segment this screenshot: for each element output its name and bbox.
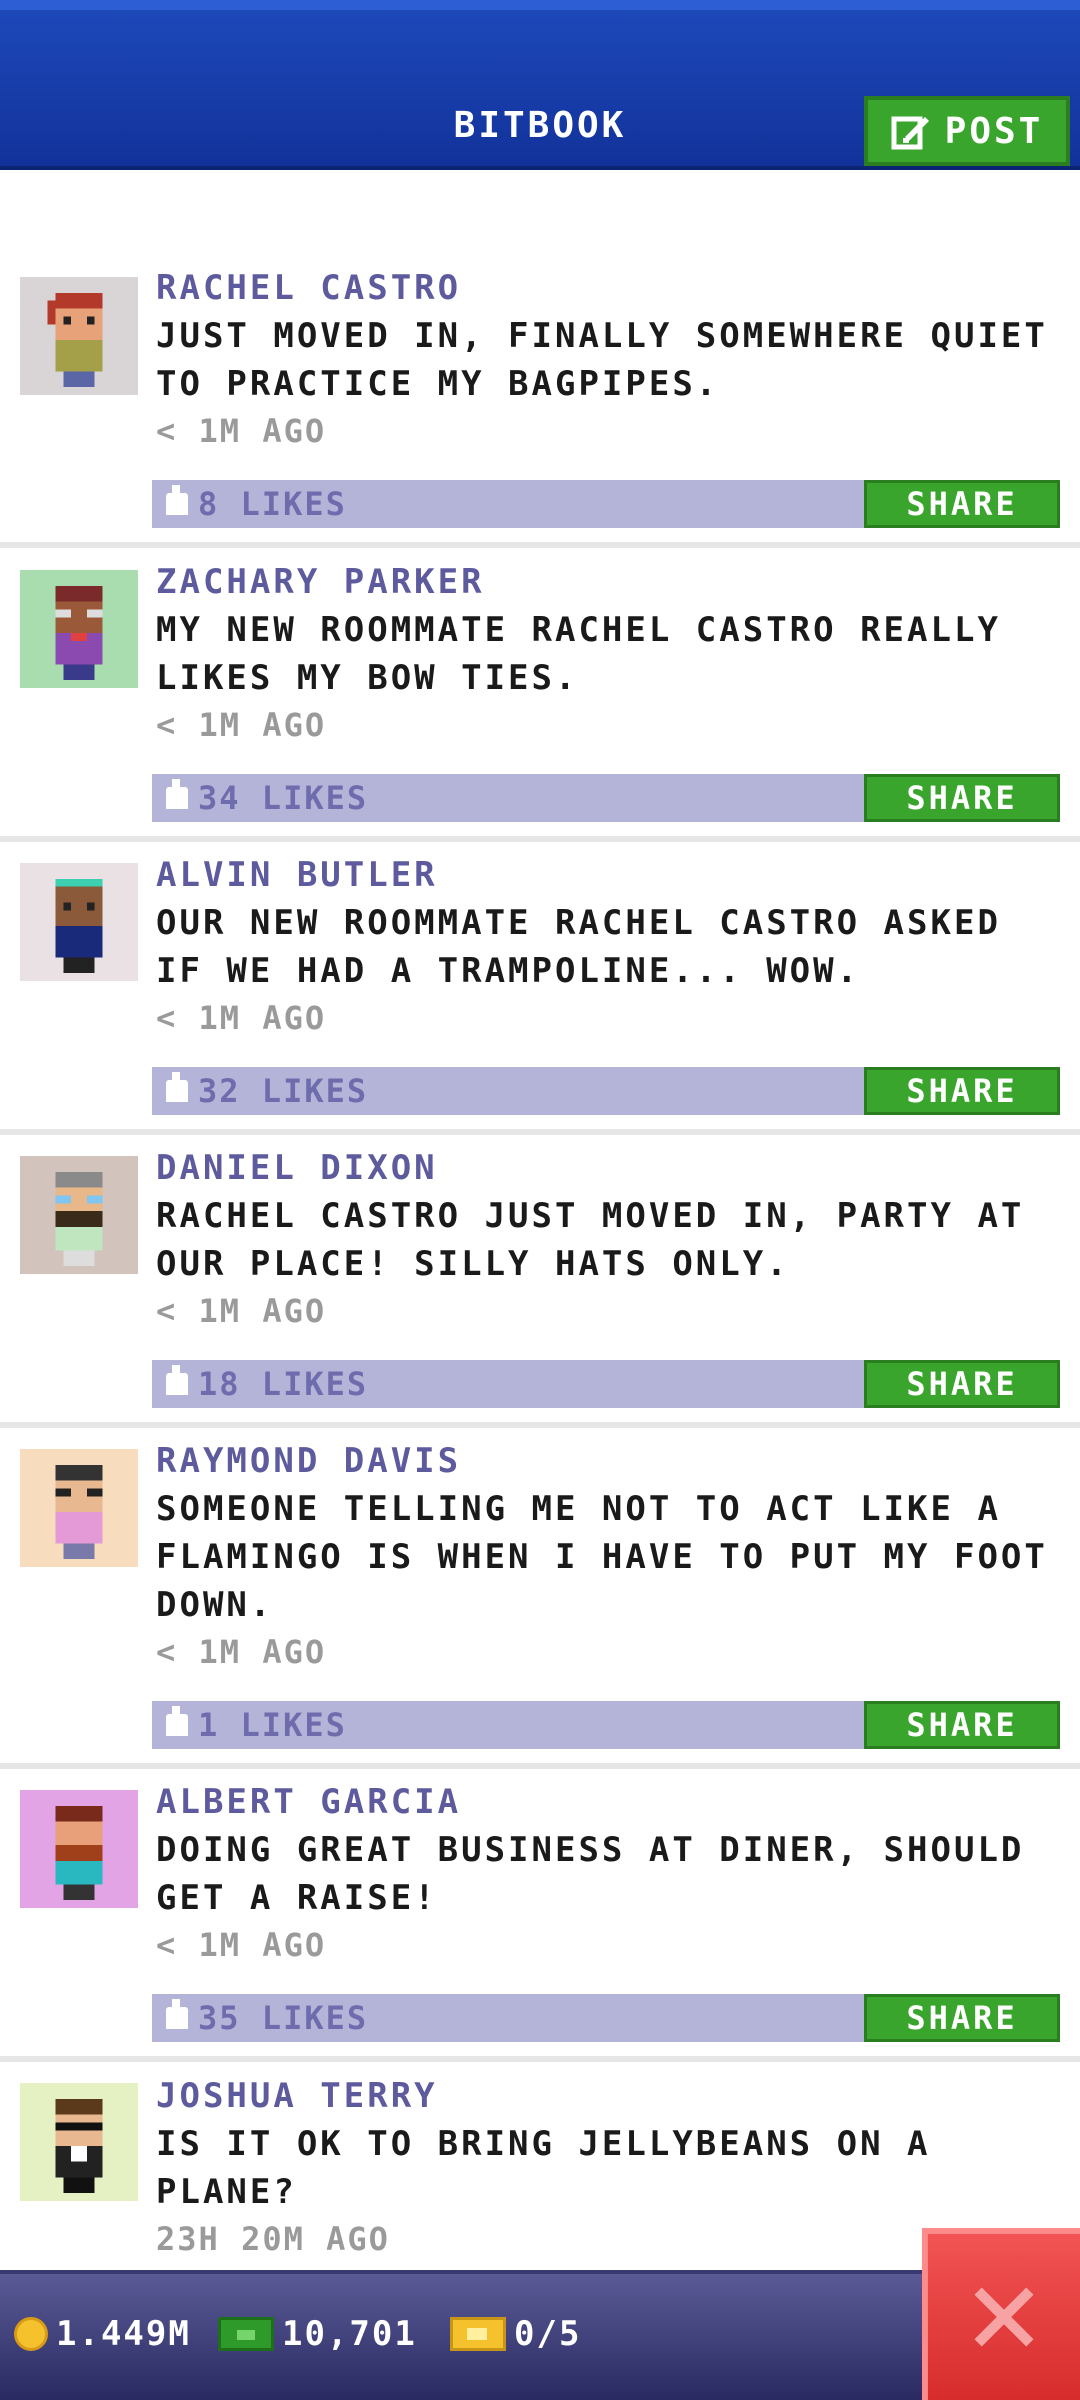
avatar[interactable] xyxy=(20,277,138,395)
likes-count: 32 LIKES xyxy=(198,1072,369,1110)
post-divider xyxy=(0,2056,1080,2062)
thumbs-up-icon xyxy=(166,485,188,515)
close-button[interactable] xyxy=(922,2228,1080,2400)
post-author[interactable]: RACHEL CASTRO xyxy=(156,268,461,308)
likes-count: 1 LIKES xyxy=(198,1706,347,1744)
ticket-icon xyxy=(450,2317,506,2351)
tickets-display[interactable]: 0/5 xyxy=(450,2314,581,2354)
post-time: < 1M AGO xyxy=(156,706,327,744)
edit-icon xyxy=(891,111,931,151)
post-time: < 1M AGO xyxy=(156,1633,327,1671)
thumbs-up-icon xyxy=(166,1365,188,1395)
post-divider xyxy=(0,836,1080,842)
share-button[interactable]: SHARE xyxy=(864,1994,1060,2042)
likes-count: 34 LIKES xyxy=(198,779,369,817)
share-button[interactable]: SHARE xyxy=(864,774,1060,822)
post-message: SOMEONE TELLING ME NOT TO ACT LIKE A FLA… xyxy=(156,1489,1048,1625)
post-message: JUST MOVED IN, FINALLY SOMEWHERE QUIET T… xyxy=(156,316,1048,404)
avatar[interactable] xyxy=(20,1790,138,1908)
post-time: < 1M AGO xyxy=(156,412,327,450)
tickets-value: 0/5 xyxy=(514,2314,582,2354)
post-message: OUR NEW ROOMMATE RACHEL CASTRO ASKED IF … xyxy=(156,903,1001,991)
bottom-status-bar: 1.449M 10,701 0/5 xyxy=(0,2270,1080,2400)
cash-icon xyxy=(218,2317,274,2351)
likes-bar[interactable]: 18 LIKES xyxy=(152,1360,864,1408)
app-header: BITBOOK POST xyxy=(0,0,1080,170)
coin-icon xyxy=(14,2317,48,2351)
post-time: < 1M AGO xyxy=(156,1926,327,1964)
avatar[interactable] xyxy=(20,863,138,981)
coins-value: 1.449M xyxy=(56,2314,191,2354)
avatar[interactable] xyxy=(20,1449,138,1567)
post-message: RACHEL CASTRO JUST MOVED IN, PARTY AT OU… xyxy=(156,1196,1025,1284)
post-divider xyxy=(0,542,1080,548)
avatar[interactable] xyxy=(20,1156,138,1274)
post-button-label: POST xyxy=(944,110,1044,152)
cash-value: 10,701 xyxy=(282,2314,417,2354)
likes-bar[interactable]: 32 LIKES xyxy=(152,1067,864,1115)
likes-bar[interactable]: 1 LIKES xyxy=(152,1701,864,1749)
post-time: < 1M AGO xyxy=(156,1292,327,1330)
post-author[interactable]: RAYMOND DAVIS xyxy=(156,1441,461,1481)
cash-display[interactable]: 10,701 xyxy=(218,2314,417,2354)
thumbs-up-icon xyxy=(166,1999,188,2029)
close-icon xyxy=(974,2287,1034,2347)
likes-count: 18 LIKES xyxy=(198,1365,369,1403)
likes-count: 8 LIKES xyxy=(198,485,347,523)
post-author[interactable]: DANIEL DIXON xyxy=(156,1148,438,1188)
post-divider xyxy=(0,1129,1080,1135)
post-time: 23H 20M AGO xyxy=(156,2220,390,2258)
post-divider xyxy=(0,1763,1080,1769)
share-button[interactable]: SHARE xyxy=(864,480,1060,528)
likes-bar[interactable]: 35 LIKES xyxy=(152,1994,864,2042)
likes-bar[interactable]: 8 LIKES xyxy=(152,480,864,528)
coins-display[interactable]: 1.449M xyxy=(14,2314,191,2354)
thumbs-up-icon xyxy=(166,1706,188,1736)
post-message: IS IT OK TO BRING JELLYBEANS ON A PLANE? xyxy=(156,2124,931,2212)
thumbs-up-icon xyxy=(166,1072,188,1102)
post-button[interactable]: POST xyxy=(864,96,1070,166)
post-author[interactable]: ZACHARY PARKER xyxy=(156,562,485,602)
post-time: < 1M AGO xyxy=(156,999,327,1037)
post-author[interactable]: ALVIN BUTLER xyxy=(156,855,438,895)
post-author[interactable]: ALBERT GARCIA xyxy=(156,1782,461,1822)
avatar[interactable] xyxy=(20,570,138,688)
share-button[interactable]: SHARE xyxy=(864,1701,1060,1749)
post-author[interactable]: JOSHUA TERRY xyxy=(156,2076,438,2116)
post-message: DOING GREAT BUSINESS AT DINER, SHOULD GE… xyxy=(156,1830,1025,1918)
share-button[interactable]: SHARE xyxy=(864,1067,1060,1115)
share-button[interactable]: SHARE xyxy=(864,1360,1060,1408)
avatar[interactable] xyxy=(20,2083,138,2201)
thumbs-up-icon xyxy=(166,779,188,809)
likes-bar[interactable]: 34 LIKES xyxy=(152,774,864,822)
post-message: MY NEW ROOMMATE RACHEL CASTRO REALLY LIK… xyxy=(156,610,1001,698)
post-divider xyxy=(0,1422,1080,1428)
likes-count: 35 LIKES xyxy=(198,1999,369,2037)
